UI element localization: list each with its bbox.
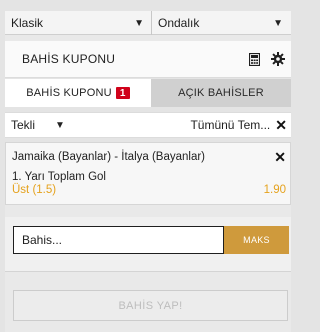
tab-open-bets[interactable]: AÇIK BAHİSLER [151, 79, 291, 107]
caret-down-icon: ▼ [55, 119, 65, 131]
clear-all-label: Tümünü Tem... [190, 118, 271, 132]
submit-area: BAHİS YAP! [5, 272, 291, 332]
header-icons [247, 52, 285, 66]
stake-area: Bahis... MAKS [5, 217, 291, 272]
bet-slip: Klasik ▼ Ondalık ▼ BAHİS KUPONU BAHİS KU… [5, 0, 291, 332]
odds-format-select[interactable]: Ondalık ▼ [152, 11, 291, 35]
remove-selection-icon[interactable]: ✕ [274, 150, 286, 164]
stake-input[interactable]: Bahis... [13, 226, 224, 254]
caret-down-icon: ▼ [134, 17, 144, 29]
odds-format-value: Ondalık [158, 16, 200, 30]
bet-style-select[interactable]: Klasik ▼ [5, 11, 152, 35]
bet-style-value: Klasik [11, 16, 44, 30]
place-bet-button[interactable]: BAHİS YAP! [13, 290, 288, 321]
odds-value: 1.90 [263, 184, 286, 196]
bet-type-select[interactable]: Tekli ▼ [11, 118, 65, 132]
max-stake-button[interactable]: MAKS [224, 226, 289, 254]
close-icon: ✕ [275, 117, 287, 133]
event-name: Jamaika (Bayanlar) - İtalya (Bayanlar) [12, 151, 206, 163]
spacer [5, 205, 291, 217]
coupon-title: BAHİS KUPONU [22, 52, 116, 66]
coupon-tabs: BAHİS KUPONU 1 AÇIK BAHİSLER [5, 79, 291, 107]
calculator-icon[interactable] [247, 52, 261, 66]
top-select-bar: Klasik ▼ Ondalık ▼ [5, 11, 291, 35]
tab-open-bets-label: AÇIK BAHİSLER [178, 87, 264, 99]
clear-all-button[interactable]: Tümünü Tem... ✕ [190, 118, 287, 132]
bet-selection: Jamaika (Bayanlar) - İtalya (Bayanlar) ✕… [5, 142, 291, 205]
tab-bet-coupon[interactable]: BAHİS KUPONU 1 [5, 79, 151, 107]
coupon-header: BAHİS KUPONU [5, 41, 291, 78]
tab-bet-coupon-label: BAHİS KUPONU [26, 87, 112, 99]
selection-count-badge: 1 [115, 87, 130, 99]
caret-down-icon: ▼ [273, 17, 283, 29]
gear-icon[interactable] [271, 52, 285, 66]
outcome-name: Üst (1.5) [12, 184, 57, 196]
bet-type-row: Tekli ▼ Tümünü Tem... ✕ [5, 112, 291, 138]
market-name: 1. Yarı Toplam Gol [12, 171, 106, 183]
bet-type-value: Tekli [11, 118, 36, 132]
